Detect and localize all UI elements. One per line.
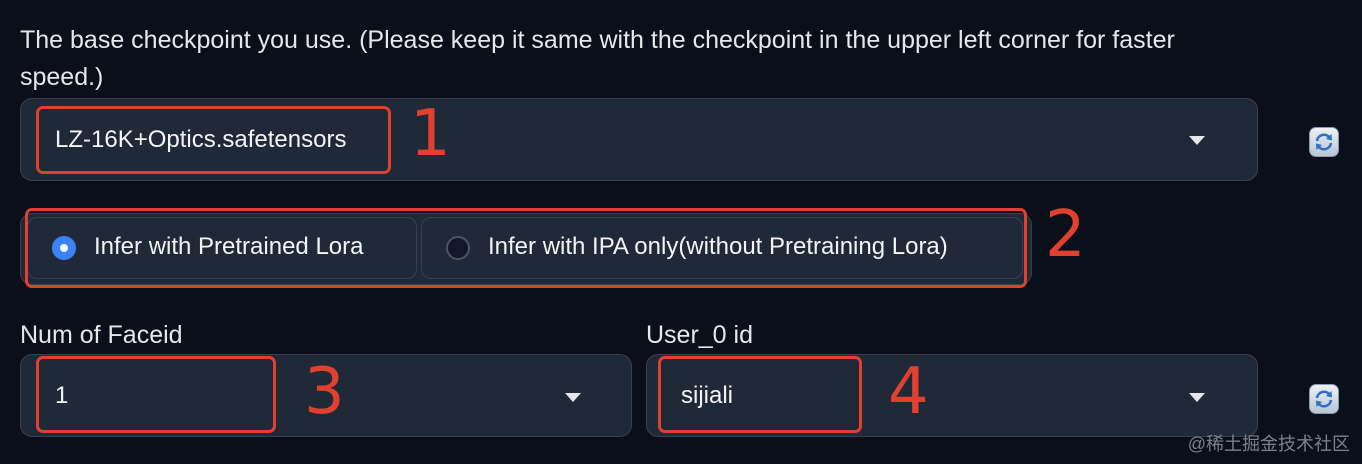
refresh-user-button[interactable] [1309,384,1339,414]
refresh-checkpoint-button[interactable] [1309,127,1339,157]
chevron-down-icon [565,393,581,402]
watermark: @稀土掘金技术社区 [1187,434,1350,454]
annotation-box-1 [36,106,391,174]
checkpoint-description: The base checkpoint you use. (Please kee… [20,26,1175,91]
user-id-label: User_0 id [646,321,753,349]
annotation-number-4: 4 [888,355,929,429]
annotation-box-3 [36,356,276,433]
refresh-icon [1315,390,1333,408]
refresh-icon [1315,133,1333,151]
faceid-label: Num of Faceid [20,321,183,349]
annotation-number-1: 1 [410,97,451,171]
chevron-down-icon [1189,136,1205,145]
page: The base checkpoint you use. (Please kee… [0,0,1362,464]
annotation-number-2: 2 [1045,198,1086,272]
chevron-down-icon [1189,393,1205,402]
annotation-box-4 [658,356,862,433]
annotation-box-2 [25,208,1027,288]
annotation-number-3: 3 [304,355,345,429]
